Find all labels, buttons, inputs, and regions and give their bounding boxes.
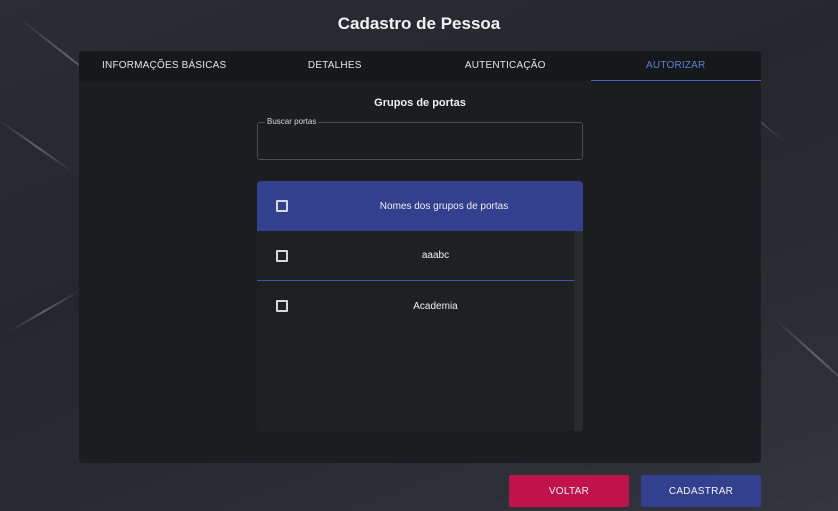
section-title: Grupos de portas (374, 97, 466, 109)
back-button[interactable]: VOLTAR (509, 475, 629, 507)
table-row[interactable]: aaabc (257, 231, 574, 281)
tab-bar: INFORMAÇÕES BÁSICAS DETALHES AUTENTICAÇÃ… (79, 51, 761, 81)
background-streak (9, 290, 80, 332)
tab-authentication[interactable]: AUTENTICAÇÃO (420, 51, 591, 81)
select-all-checkbox-icon[interactable] (276, 200, 288, 212)
column-header: Nomes dos grupos de portas (379, 200, 509, 212)
table-row[interactable]: Academia (257, 281, 574, 331)
tab-details[interactable]: DETALHES (250, 51, 421, 81)
row-name: aaabc (421, 250, 450, 261)
search-input[interactable] (266, 135, 574, 153)
search-label: Buscar portas (265, 117, 319, 126)
tab-basic-info[interactable]: INFORMAÇÕES BÁSICAS (79, 51, 250, 81)
tab-authorize[interactable]: AUTORIZAR (590, 51, 761, 81)
table-scrollbar[interactable] (574, 231, 583, 431)
search-field: Buscar portas (257, 117, 583, 160)
page-title: Cadastro de Pessoa (337, 14, 501, 33)
row-checkbox-icon[interactable] (276, 300, 288, 312)
background-streak (774, 318, 838, 394)
table-header: Nomes dos grupos de portas (257, 181, 583, 231)
background-streak (0, 120, 75, 174)
port-groups-table: Nomes dos grupos de portas aaabc Academi… (257, 181, 583, 431)
row-name: Academia (413, 300, 458, 312)
submit-button[interactable]: CADASTRAR (641, 475, 761, 507)
row-checkbox-icon[interactable] (276, 249, 288, 262)
form-panel: INFORMAÇÕES BÁSICAS DETALHES AUTENTICAÇÃ… (79, 51, 761, 463)
